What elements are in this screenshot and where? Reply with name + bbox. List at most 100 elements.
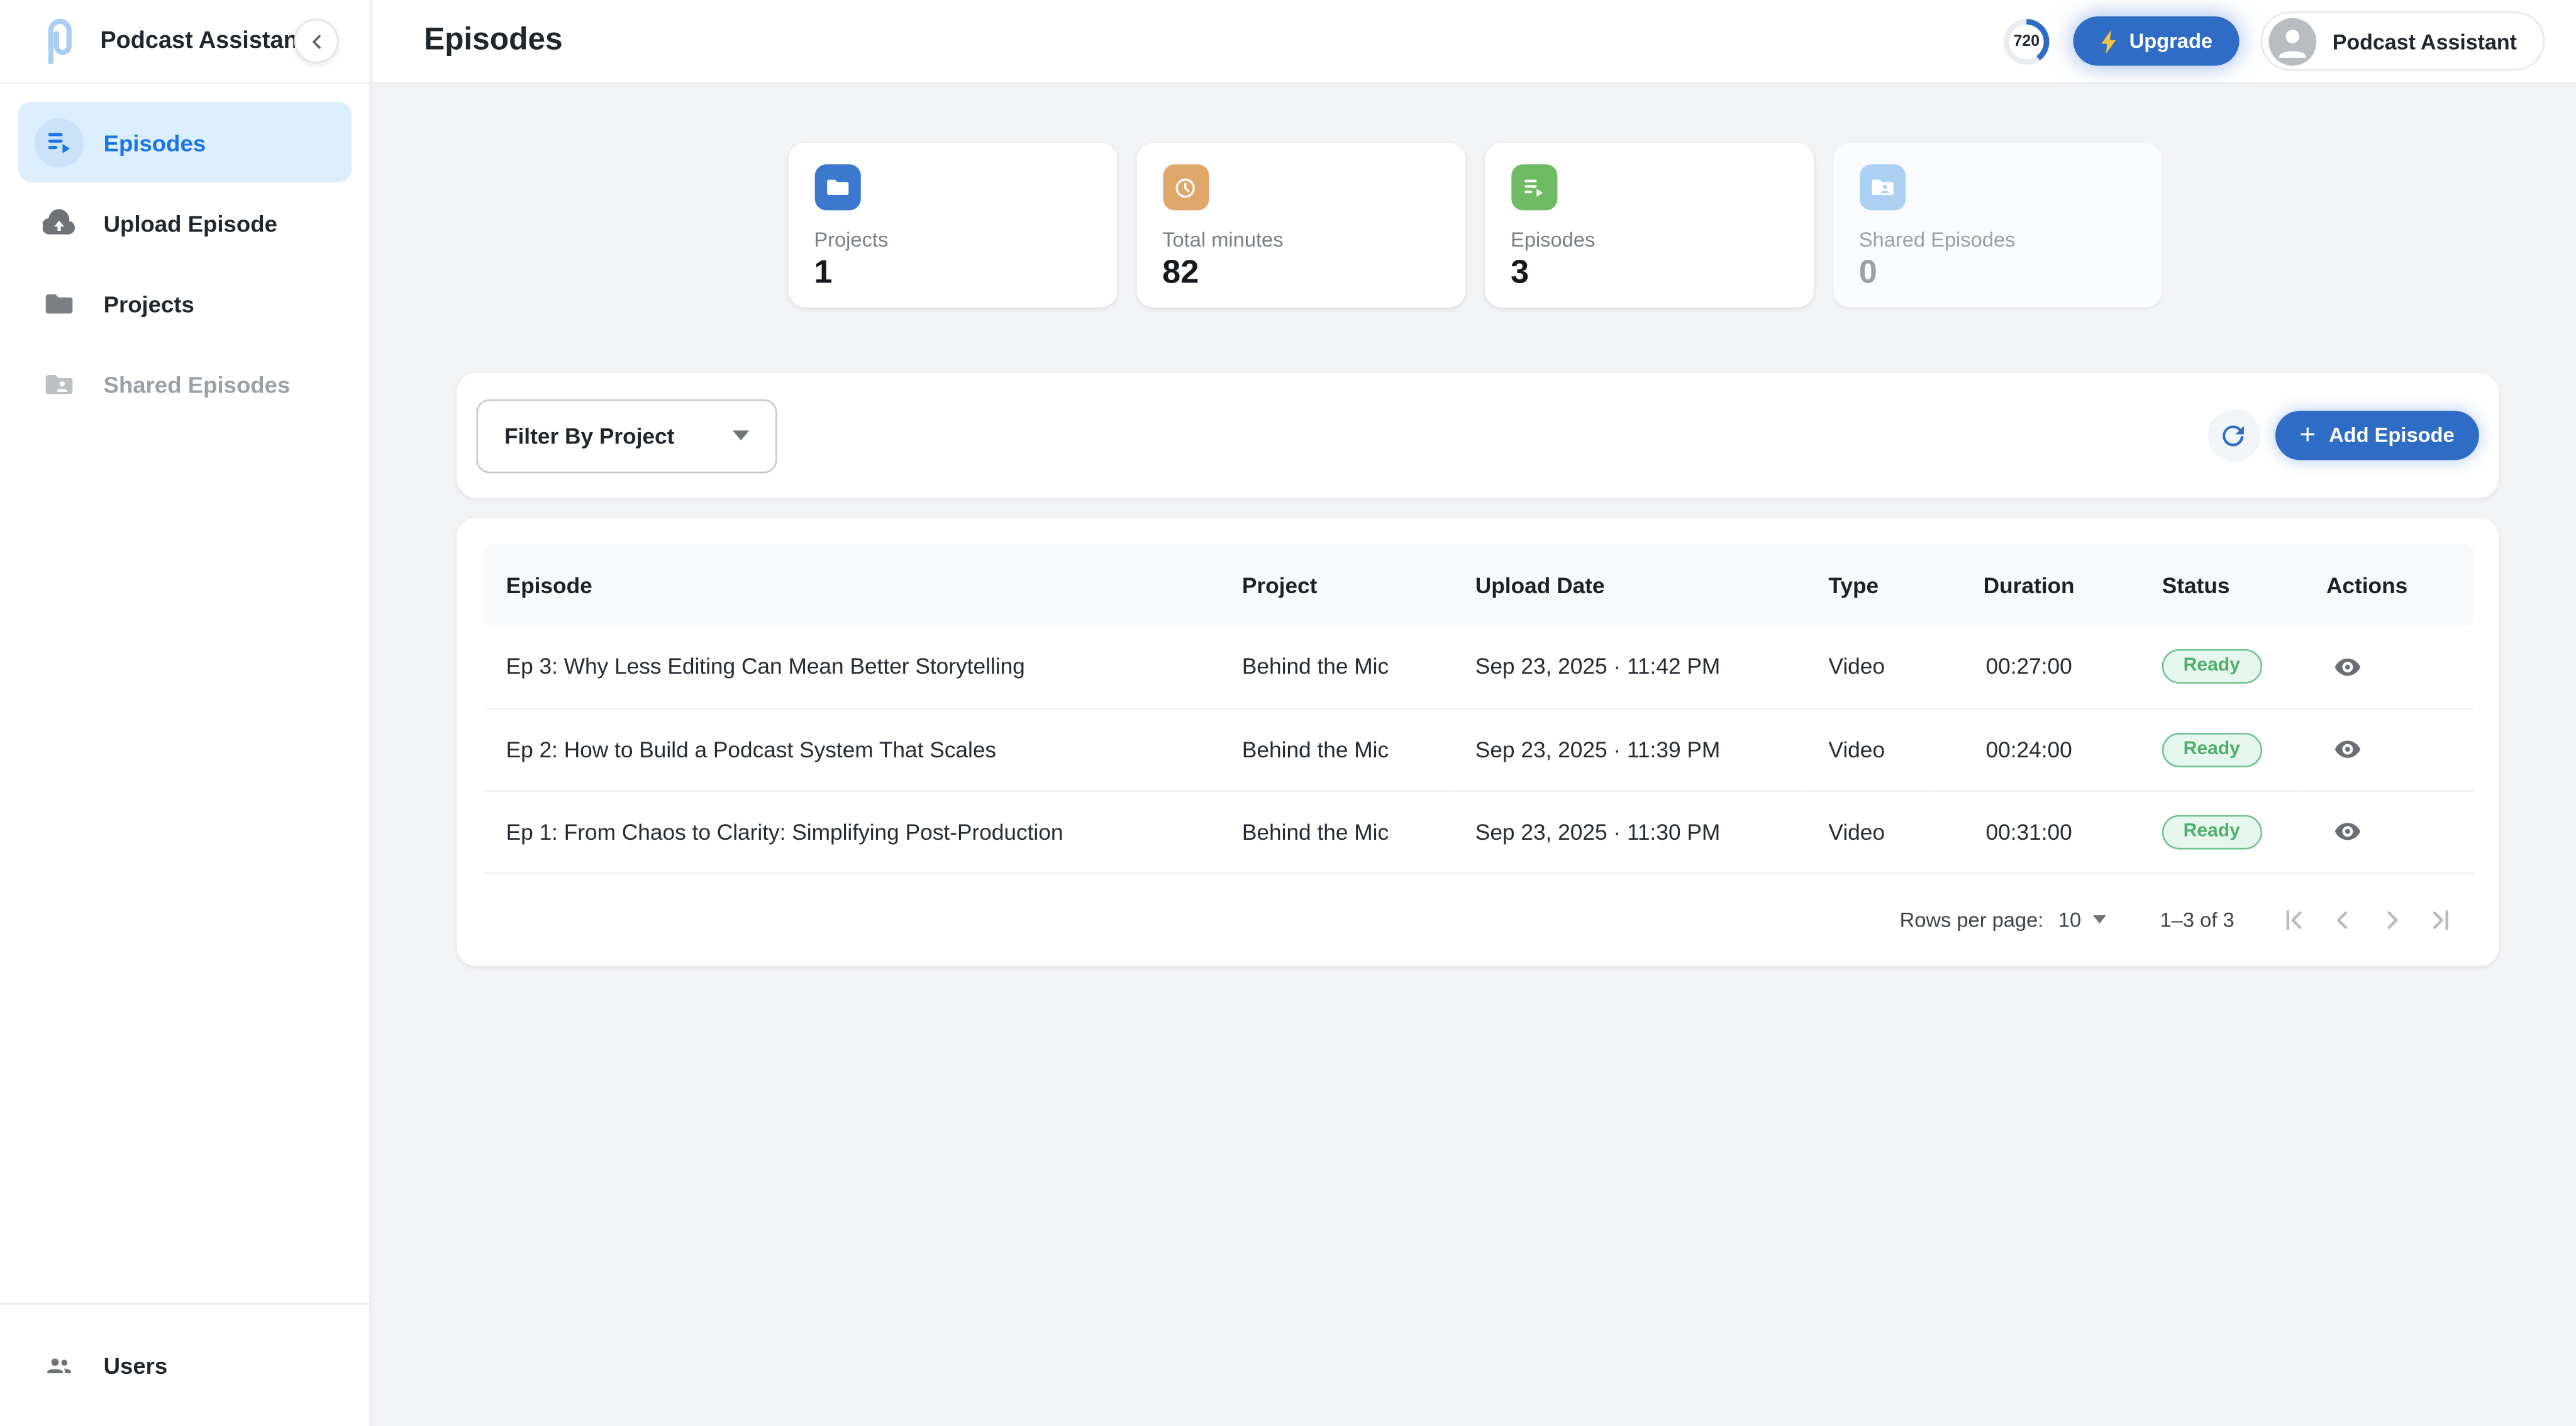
last-page-icon: [2426, 905, 2456, 934]
avatar-person-icon: [2268, 17, 2316, 65]
sidebar-app-title: Podcast Assistant: [100, 28, 306, 54]
app-logo-icon: [43, 18, 77, 64]
column-header-type: Type: [1806, 544, 1929, 627]
stat-label: Shared Episodes: [1859, 228, 2135, 252]
episodes-table-card: Episode Project Upload Date Type Duratio…: [457, 518, 2499, 966]
project-cell: Behind the Mic: [1219, 790, 1452, 872]
users-group-icon: [35, 1340, 84, 1389]
top-bar: Episodes 720 Upgrade: [373, 0, 2576, 84]
table-row: Ep 1: From Chaos to Clarity: Simplifying…: [483, 790, 2474, 872]
sidebar-nav: Episodes Upload Episode Projects: [0, 84, 370, 1303]
project-cell: Behind the Mic: [1219, 708, 1452, 791]
column-header-duration: Duration: [1929, 544, 2129, 627]
previous-page-button[interactable]: [2318, 894, 2367, 944]
credits-value: 720: [2001, 16, 2052, 67]
sidebar-item-users[interactable]: Users: [18, 1324, 352, 1405]
sidebar-footer: Users: [0, 1303, 370, 1426]
duration-cell: 00:27:00: [1929, 626, 2129, 708]
status-badge: Ready: [2162, 732, 2262, 767]
sidebar-item-label: Projects: [104, 290, 194, 316]
chevron-down-icon: [733, 430, 749, 440]
column-header-actions: Actions: [2303, 544, 2474, 627]
upgrade-button[interactable]: Upgrade: [2074, 16, 2239, 65]
folder-shared-icon: [35, 359, 84, 408]
duration-cell: 00:24:00: [1929, 708, 2129, 791]
add-episode-button[interactable]: + Add Episode: [2275, 411, 2479, 460]
last-page-button[interactable]: [2417, 894, 2466, 944]
account-name: Podcast Assistant: [2333, 29, 2517, 53]
chevron-left-icon: [306, 31, 326, 51]
add-episode-label: Add Episode: [2329, 424, 2455, 447]
sidebar-item-label: Upload Episode: [104, 209, 277, 236]
rows-per-page-label: Rows per page:: [1900, 908, 2044, 931]
chevron-down-icon: [2093, 915, 2106, 923]
folder-icon: [814, 164, 860, 210]
stats-row: Projects 1 Total minutes 82: [373, 86, 2576, 308]
rows-per-page-select[interactable]: 10: [2058, 908, 2106, 931]
upload-date-cell: Sep 23, 2025 · 11:30 PM: [1452, 790, 1806, 872]
eye-icon: [2333, 735, 2362, 764]
view-episode-button[interactable]: [2326, 728, 2369, 771]
eye-icon: [2333, 816, 2362, 846]
lightning-bolt-icon: [2100, 29, 2118, 53]
account-chip[interactable]: Podcast Assistant: [2260, 11, 2545, 70]
sidebar-item-label: Episodes: [104, 129, 206, 155]
stat-label: Total minutes: [1162, 228, 1438, 252]
column-header-project: Project: [1219, 544, 1452, 627]
column-header-upload-date: Upload Date: [1452, 544, 1806, 627]
episode-title-cell: Ep 3: Why Less Editing Can Mean Better S…: [483, 626, 1219, 708]
refresh-button[interactable]: [2207, 409, 2260, 462]
stat-value: 1: [814, 255, 1090, 291]
type-cell: Video: [1806, 708, 1929, 791]
sidebar-header: Podcast Assistant: [0, 0, 370, 84]
episode-title-cell: Ep 1: From Chaos to Clarity: Simplifying…: [483, 790, 1219, 872]
cloud-upload-icon: [35, 198, 84, 247]
stat-value: 0: [1859, 255, 2135, 291]
dropdown-label: Filter By Project: [504, 423, 674, 448]
type-cell: Video: [1806, 790, 1929, 872]
eye-icon: [2333, 652, 2362, 681]
table-row: Ep 2: How to Build a Podcast System That…: [483, 708, 2474, 791]
rows-per-page-value: 10: [2058, 908, 2081, 931]
stat-value: 82: [1162, 255, 1438, 291]
filter-by-project-dropdown[interactable]: Filter By Project: [477, 398, 777, 472]
duration-cell: 00:31:00: [1929, 790, 2129, 872]
playlist-episodes-icon: [35, 118, 84, 167]
app-window: Podcast Assistant Episodes: [0, 0, 2576, 1426]
page-title: Episodes: [424, 23, 563, 59]
sidebar-item-upload-episode[interactable]: Upload Episode: [18, 182, 352, 263]
status-badge: Ready: [2162, 814, 2262, 849]
view-episode-button[interactable]: [2326, 645, 2369, 688]
first-page-button[interactable]: [2269, 894, 2318, 944]
episodes-table: Episode Project Upload Date Type Duratio…: [483, 544, 2474, 874]
type-cell: Video: [1806, 626, 1929, 708]
main-area: Episodes 720 Upgrade: [373, 0, 2576, 1426]
column-header-status: Status: [2129, 544, 2303, 627]
folder-shared-icon: [1859, 164, 1905, 210]
table-pagination: Rows per page: 10 1–3 of 3: [483, 873, 2472, 965]
sidebar-item-episodes[interactable]: Episodes: [18, 102, 352, 182]
sidebar-collapse-button[interactable]: [294, 19, 339, 64]
table-row: Ep 3: Why Less Editing Can Mean Better S…: [483, 626, 2474, 708]
sidebar-item-projects[interactable]: Projects: [18, 263, 352, 343]
filter-actions: + Add Episode: [2207, 409, 2479, 462]
stat-label: Projects: [814, 228, 1090, 252]
first-page-icon: [2279, 905, 2308, 934]
upload-date-cell: Sep 23, 2025 · 11:39 PM: [1452, 708, 1806, 791]
column-header-episode: Episode: [483, 544, 1219, 627]
status-badge: Ready: [2162, 649, 2262, 684]
stat-card-shared-episodes: Shared Episodes 0: [1833, 143, 2161, 307]
stat-card-projects: Projects 1: [788, 143, 1116, 307]
sidebar: Podcast Assistant Episodes: [0, 0, 371, 1426]
view-episode-button[interactable]: [2326, 810, 2369, 853]
refresh-icon: [2218, 420, 2250, 451]
credits-ring[interactable]: 720: [2001, 16, 2052, 67]
sidebar-item-shared-episodes[interactable]: Shared Episodes: [18, 343, 352, 424]
clock-icon: [1162, 164, 1208, 210]
sidebar-item-label: Users: [104, 1352, 168, 1378]
stat-card-total-minutes: Total minutes 82: [1136, 143, 1464, 307]
next-page-button[interactable]: [2367, 894, 2416, 944]
table-header-row: Episode Project Upload Date Type Duratio…: [483, 544, 2474, 627]
project-cell: Behind the Mic: [1219, 626, 1452, 708]
sidebar-item-label: Shared Episodes: [104, 370, 291, 397]
